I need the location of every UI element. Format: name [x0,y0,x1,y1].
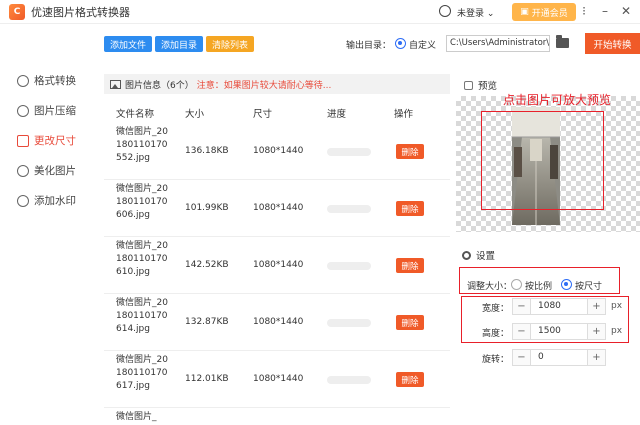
rotate-increment-button[interactable]: + [587,350,605,365]
rotate-stepper[interactable]: − 0 + [512,349,606,366]
progress-bar [327,205,371,213]
beautify-icon [17,164,29,177]
dimensions-highlight-box [461,296,629,343]
close-button[interactable]: ✕ [618,3,634,19]
file-name: 微信图片_20180110170617.jpg [116,355,168,391]
sidebar-item-beautify[interactable]: 美化图片 [17,163,76,178]
progress-bar [327,319,371,327]
preview-header: 预览 [464,78,497,92]
table-row[interactable]: 微信图片_20180110170614.jpg 132.87KB 1080*14… [104,295,450,351]
table-row[interactable]: 微信图片_20180110170552.jpg 136.18KB 1080*14… [104,124,450,180]
image-count-title: 图片信息（6个） [125,80,194,91]
column-header-dimensions: 尺寸 [253,109,273,120]
column-header-size: 大小 [185,109,205,120]
progress-bar [327,262,371,270]
file-name: 微信图片_20180110170552.jpg [116,127,168,163]
file-dimensions: 1080*1440 [253,317,304,327]
file-size: 136.18KB [185,146,229,156]
app-title: 优速图片格式转换器 [31,5,130,19]
file-name: 微信图片_20180110170610.jpg [116,241,168,277]
watermark-icon [17,194,29,207]
table-row[interactable]: 微信图片_ [104,409,450,425]
progress-bar [327,376,371,384]
add-file-button[interactable]: 添加文件 [104,36,152,52]
delete-button[interactable]: 删除 [396,144,424,159]
custom-output-radio[interactable] [395,38,406,49]
delete-button[interactable]: 删除 [396,258,424,273]
gear-icon [462,250,471,260]
file-dimensions: 1080*1440 [253,146,304,156]
delete-button[interactable]: 删除 [396,315,424,330]
sidebar-item-compress[interactable]: 图片压缩 [17,103,76,118]
output-path-input[interactable]: C:\Users\Administrator\ [446,35,550,52]
file-size: 142.52KB [185,260,229,270]
preview-icon [464,80,473,90]
vip-button[interactable]: ▣ 开通会员 [512,3,576,21]
preview-hint: 点击图片可放大预览 [503,93,612,107]
file-dimensions: 1080*1440 [253,203,304,213]
rotate-label: 旋转： [482,355,510,365]
clear-list-button[interactable]: 清除列表 [206,36,254,52]
column-header-name: 文件名称 [116,109,155,120]
file-size: 112.01KB [185,374,229,384]
file-size: 132.87KB [185,317,229,327]
table-row[interactable]: 微信图片_20180110170617.jpg 112.01KB 1080*14… [104,352,450,408]
table-row[interactable]: 微信图片_20180110170610.jpg 142.52KB 1080*14… [104,238,450,294]
file-name: 微信图片_20180110170606.jpg [116,184,168,220]
user-icon[interactable] [439,5,451,17]
sidebar-item-resize[interactable]: 更改尺寸 [17,133,76,148]
resize-mode-highlight-box [459,267,620,294]
file-name: 微信图片_ [116,412,157,422]
column-header-progress: 进度 [327,109,347,120]
add-directory-button[interactable]: 添加目录 [155,36,203,52]
resize-icon [17,134,29,147]
start-convert-button[interactable]: 开始转换 [585,33,640,54]
rotate-decrement-button[interactable]: − [513,350,531,365]
app-logo-icon: C [9,3,25,20]
rotate-input[interactable]: 0 [538,352,544,362]
table-row[interactable]: 微信图片_20180110170606.jpg 101.99KB 1080*14… [104,181,450,237]
file-dimensions: 1080*1440 [253,374,304,384]
sidebar-item-watermark[interactable]: 添加水印 [17,193,76,208]
menu-icon[interactable]: ⁝ [576,3,592,19]
progress-bar [327,148,371,156]
sidebar-item-format-convert[interactable]: 格式转换 [17,73,76,88]
column-header-actions: 操作 [394,109,414,120]
file-dimensions: 1080*1440 [253,260,304,270]
image-icon [110,79,121,89]
delete-button[interactable]: 删除 [396,201,424,216]
minimize-button[interactable]: – [597,3,613,19]
large-image-notice: 注意：如果图片较大请耐心等待... [196,80,332,91]
compress-icon [17,104,29,117]
file-size: 101.99KB [185,203,229,213]
file-name: 微信图片_20180110170614.jpg [116,298,168,334]
settings-header: 设置 [462,248,495,262]
convert-icon [17,74,29,87]
delete-button[interactable]: 删除 [396,372,424,387]
preview-highlight-box [481,111,604,210]
image-info-bar: 图片信息（6个） 注意：如果图片较大请耐心等待... [104,74,450,94]
folder-icon[interactable] [556,35,569,48]
custom-option-label: 自定义 [409,41,437,51]
login-status[interactable]: 未登录 ⌄ [457,6,494,19]
output-dir-label: 输出目录： [346,41,392,51]
